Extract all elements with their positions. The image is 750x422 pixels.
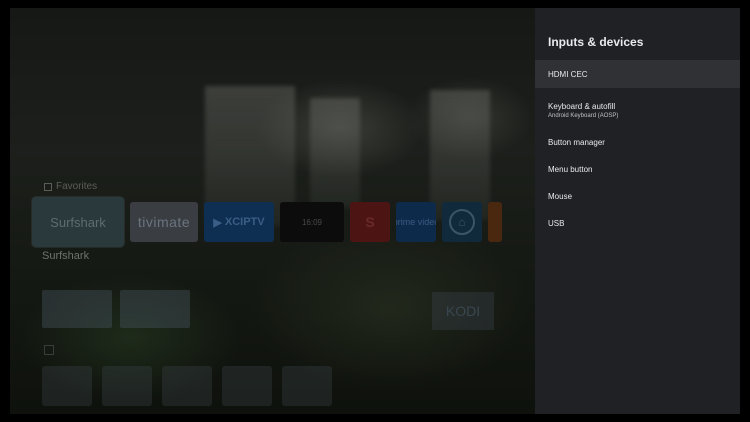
menu-item-label: Keyboard & autofill	[548, 101, 616, 111]
app-tile-clock[interactable]: 16:09	[280, 202, 344, 242]
app-tile-text: prime video	[396, 217, 436, 227]
play-icon: ▶	[213, 216, 222, 229]
content-row	[42, 290, 190, 328]
settings-panel: Inputs & devices HDMI CEC Keyboard & aut…	[535, 8, 740, 414]
waterfall-wallpaper	[310, 98, 360, 208]
menu-item-menu-button[interactable]: Menu button	[535, 155, 740, 183]
menu-item-keyboard-autofill[interactable]: Keyboard & autofill Android Keyboard (AO…	[535, 92, 740, 128]
app-tile-text: Surfshark	[50, 214, 106, 230]
app-tile-text: S	[365, 214, 375, 230]
app-tile-kodi[interactable]: KODI	[432, 292, 494, 330]
menu-item-mouse[interactable]: Mouse	[535, 182, 740, 210]
favorites-row-header: Favorites	[44, 181, 97, 192]
app-tile-prime-video[interactable]: prime video	[396, 202, 436, 242]
tv-screen: Favorites Surfshark tivimate ▶ XCIPTV 16…	[0, 0, 750, 422]
row-header-icon	[44, 345, 54, 355]
menu-item-label: Mouse	[548, 191, 573, 201]
content-tile[interactable]	[42, 290, 112, 328]
menu-item-sublabel: Android Keyboard (AOSP)	[548, 112, 619, 119]
app-tile-xciptv[interactable]: ▶ XCIPTV	[204, 202, 274, 242]
panel-title: Inputs & devices	[548, 35, 644, 49]
app-tile[interactable]	[102, 366, 152, 406]
menu-item-usb[interactable]: USB	[535, 209, 740, 237]
app-tile-s[interactable]: S	[350, 202, 390, 242]
menu-item-label: Button manager	[548, 137, 605, 147]
app-row-bottom	[42, 366, 332, 406]
menu-item-label: USB	[548, 218, 565, 228]
app-tile-text: XCIPTV	[224, 216, 265, 228]
app-tile-surfshark[interactable]: Surfshark	[32, 197, 124, 247]
app-tile-home[interactable]: ⌂	[442, 202, 482, 242]
apps-grid-icon	[44, 182, 52, 191]
favorites-app-row: Surfshark tivimate ▶ XCIPTV 16:09 S prim…	[32, 197, 502, 247]
settings-menu: HDMI CEC Keyboard & autofill Android Key…	[535, 60, 740, 237]
app-tile-text: tivimate	[137, 214, 191, 230]
app-tile-orange[interactable]	[488, 202, 502, 242]
content-tile[interactable]	[120, 290, 190, 328]
menu-item-label: HDMI CEC	[548, 69, 588, 79]
app-tile[interactable]	[162, 366, 212, 406]
menu-item-button-manager[interactable]: Button manager	[535, 128, 740, 156]
menu-item-label: Menu button	[548, 164, 593, 174]
favorites-label: Favorites	[56, 181, 98, 192]
app-tile[interactable]	[282, 366, 332, 406]
home-icon: ⌂	[449, 209, 475, 235]
menu-item-hdmi-cec[interactable]: HDMI CEC	[535, 60, 740, 88]
app-tile-tivimate[interactable]: tivimate	[130, 202, 198, 242]
focused-app-label: Surfshark	[42, 250, 90, 262]
app-tile[interactable]	[42, 366, 92, 406]
app-tile-text: KODI	[445, 303, 481, 319]
app-tile-text: 16:09	[301, 217, 323, 227]
app-tile[interactable]	[222, 366, 272, 406]
